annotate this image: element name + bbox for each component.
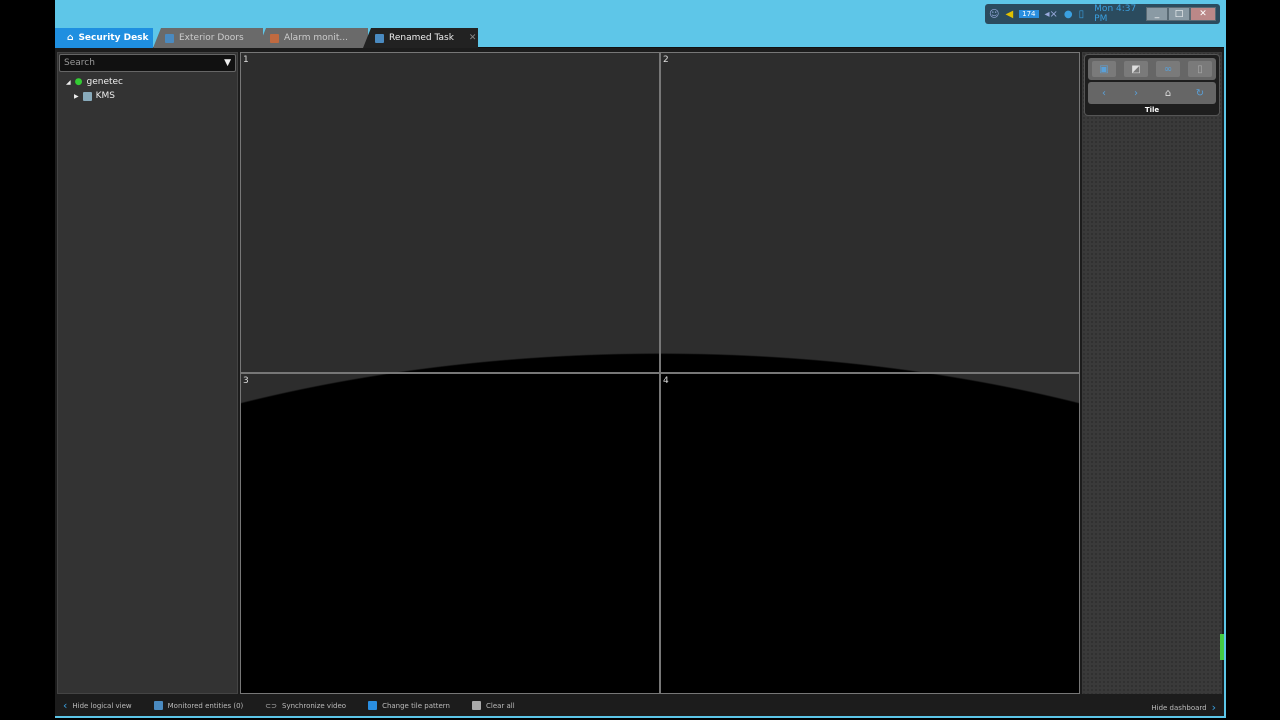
link-icon[interactable]: ∞: [1156, 61, 1180, 77]
tile-number: 1: [243, 55, 249, 65]
bottom-toolbar: ‹ Hide logical view Monitored entities (0…: [55, 695, 1224, 718]
tile-3[interactable]: 3: [240, 373, 660, 694]
synchronize-video-button[interactable]: ⊂⊃ Synchronize video: [265, 702, 346, 710]
tile-canvas: 1 2 3 4: [240, 52, 1080, 694]
globe-icon[interactable]: ●: [1064, 9, 1073, 20]
tab-exterior-doors[interactable]: Exterior Doors: [153, 28, 263, 48]
tile-2[interactable]: 2: [660, 52, 1080, 373]
scrollbar[interactable]: [1220, 634, 1224, 660]
notification-badge[interactable]: 174: [1019, 10, 1039, 18]
search-input[interactable]: Search ▼: [59, 54, 236, 72]
fullscreen-icon[interactable]: ▣: [1092, 61, 1116, 77]
clear-all-button[interactable]: Clear all: [471, 701, 515, 710]
system-icon: ●: [74, 77, 83, 87]
monitoring-icon: [375, 33, 384, 43]
minimize-button[interactable]: _: [1146, 7, 1168, 21]
server-icon: [82, 91, 92, 101]
security-desk-window: ☺ ◀ 174 ◂× ● ▯ Mon 4:37 PM _ □ ✕ ⌂ Securi…: [55, 0, 1226, 718]
tree-item-kms[interactable]: ▶ KMS: [58, 91, 237, 105]
user-icon[interactable]: ☺: [989, 9, 999, 20]
button-label: Monitored entities (0): [167, 701, 244, 710]
tab-label: Security Desk: [78, 33, 149, 43]
tab-renamed-task[interactable]: Renamed Task ✕: [363, 28, 478, 48]
tab-label: Renamed Task: [389, 33, 454, 43]
tile-number: 2: [663, 55, 669, 65]
filter-icon[interactable]: ▼: [224, 58, 231, 68]
previous-icon[interactable]: ‹: [1092, 85, 1116, 101]
sync-icon: ⊂⊃: [265, 701, 278, 710]
widget-title: Tile: [1144, 106, 1160, 114]
chevron-right-icon: ›: [1211, 701, 1216, 714]
logical-view-panel: Search ▼ ◢ ● genetec ▶ KMS: [57, 52, 238, 694]
maximize-button[interactable]: □: [1168, 7, 1190, 21]
search-placeholder: Search: [64, 58, 95, 68]
monitoring-icon: [165, 33, 174, 43]
tile-1[interactable]: 1: [240, 52, 660, 373]
button-label: Synchronize video: [282, 701, 347, 710]
clock: Mon 4:37 PM: [1094, 4, 1137, 24]
tree-label: genetec: [86, 77, 123, 87]
monitored-entities-button[interactable]: Monitored entities (0): [153, 701, 244, 710]
clear-tile-icon[interactable]: ▯: [1188, 61, 1212, 77]
hide-logical-view-button[interactable]: ‹ Hide logical view: [63, 699, 132, 712]
tab-security-desk[interactable]: ⌂ Security Desk: [55, 28, 153, 48]
collapsed-arrow-icon[interactable]: ▶: [74, 93, 79, 100]
clear-all-icon: [471, 701, 481, 710]
tile-number: 4: [663, 376, 669, 386]
mute-icon[interactable]: ◂×: [1045, 9, 1058, 20]
tree-label: KMS: [95, 91, 116, 101]
monitored-icon: [153, 701, 163, 710]
tab-alarm-monitoring[interactable]: Alarm monit...: [258, 28, 368, 48]
next-icon[interactable]: ›: [1124, 85, 1148, 101]
button-label: Change tile pattern: [382, 701, 450, 710]
tile-number: 3: [243, 376, 249, 386]
tab-label: Exterior Doors: [179, 33, 244, 43]
tile-widget: ▣ ◩ ∞ ▯ ‹ › ⌂ ↻ Tile: [1084, 54, 1220, 116]
chevron-left-icon: ‹: [63, 699, 68, 712]
alarm-monitoring-icon: [270, 33, 279, 43]
tile-4[interactable]: 4: [660, 373, 1080, 694]
dashboard-panel: ▣ ◩ ∞ ▯ ‹ › ⌂ ↻ Tile: [1082, 52, 1224, 694]
button-label: Hide logical view: [72, 701, 132, 710]
home-icon[interactable]: ⌂: [1156, 85, 1180, 101]
refresh-icon[interactable]: ↻: [1188, 85, 1212, 101]
task-tabs: ⌂ Security Desk Exterior Doors Alarm moni…: [55, 28, 1224, 48]
tab-label: Alarm monit...: [284, 33, 348, 43]
alarm-icon[interactable]: ◀: [1005, 9, 1013, 20]
title-bar: ☺ ◀ 174 ◂× ● ▯ Mon 4:37 PM _ □ ✕: [55, 0, 1224, 28]
home-icon: ⌂: [67, 33, 74, 43]
expanded-arrow-icon[interactable]: ◢: [66, 79, 71, 86]
system-tray: ☺ ◀ 174 ◂× ● ▯ Mon 4:37 PM _ □ ✕: [985, 4, 1220, 24]
button-label: Hide dashboard: [1151, 703, 1207, 712]
close-tab-icon[interactable]: ✕: [469, 33, 477, 43]
tile-pattern-icon: [368, 701, 378, 710]
close-button[interactable]: ✕: [1190, 7, 1216, 21]
hide-dashboard-button[interactable]: Hide dashboard ›: [1151, 701, 1216, 714]
tree-item-genetec[interactable]: ◢ ● genetec: [58, 73, 237, 91]
detach-icon[interactable]: ◩: [1124, 61, 1148, 77]
change-tile-pattern-button[interactable]: Change tile pattern: [368, 701, 450, 710]
device-icon[interactable]: ▯: [1079, 9, 1085, 20]
button-label: Clear all: [485, 701, 515, 710]
